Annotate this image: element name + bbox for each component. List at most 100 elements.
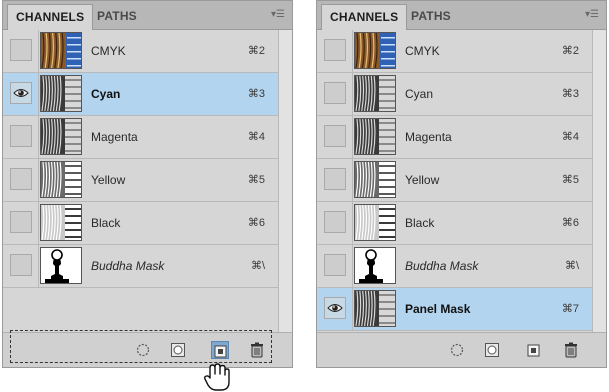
divider: [352, 30, 353, 72]
divider: [352, 159, 353, 201]
visibility-toggle[interactable]: [324, 39, 346, 61]
channel-thumbnail: [40, 204, 82, 241]
trash-icon: [251, 342, 263, 358]
visibility-toggle[interactable]: [10, 39, 32, 61]
visibility-toggle[interactable]: [10, 168, 32, 190]
channel-row[interactable]: Yellow ⌘5: [3, 159, 279, 202]
new-channel-button[interactable]: [211, 341, 229, 359]
channel-thumbnail: [40, 75, 82, 112]
load-selection-icon: [136, 343, 150, 357]
save-selection-icon: [485, 343, 499, 357]
save-selection-icon: [171, 343, 185, 357]
channel-thumbnail: [354, 118, 396, 155]
channel-shortcut: ⌘6: [561, 217, 579, 229]
channel-thumbnail: [40, 118, 82, 155]
channel-row[interactable]: Panel Mask ⌘7: [317, 288, 593, 331]
divider: [352, 245, 353, 287]
trash-button[interactable]: [248, 341, 266, 359]
panel-menu-icon[interactable]: ▾☰: [270, 9, 286, 21]
channel-name: Buddha Mask: [405, 259, 479, 273]
panel-footer: [317, 332, 606, 367]
save-selection-button[interactable]: [483, 341, 501, 359]
channel-shortcut: ⌘5: [247, 174, 265, 186]
tab-channels[interactable]: CHANNELS: [7, 4, 94, 31]
new-channel-icon: [527, 344, 540, 357]
panel-tab-bar: CHANNELS PATHS ▾☰: [3, 1, 292, 31]
channel-row[interactable]: CMYK ⌘2: [3, 30, 279, 73]
tab-channels[interactable]: CHANNELS: [321, 4, 408, 31]
tab-paths[interactable]: PATHS: [89, 4, 145, 29]
channel-shortcut: ⌘7: [561, 303, 579, 315]
channel-row[interactable]: Buddha Mask ⌘\: [317, 245, 593, 288]
channel-shortcut: ⌘2: [247, 45, 265, 57]
divider: [38, 202, 39, 244]
panel-footer: [3, 332, 292, 367]
channel-name: Panel Mask: [405, 302, 471, 316]
load-selection-icon: [450, 343, 464, 357]
divider: [38, 159, 39, 201]
channel-list: CMYK ⌘2 Cyan ⌘3 Magenta ⌘4 Yellow ⌘5 Black ⌘6 Budd…: [3, 30, 279, 288]
channel-name: Yellow: [405, 173, 440, 187]
channel-name: CMYK: [91, 44, 126, 58]
visibility-toggle[interactable]: [10, 82, 32, 104]
channel-thumbnail: [354, 32, 396, 69]
channel-shortcut: ⌘\: [564, 260, 579, 272]
tab-paths[interactable]: PATHS: [403, 4, 459, 29]
visibility-toggle[interactable]: [324, 125, 346, 147]
channel-shortcut: ⌘2: [561, 45, 579, 57]
channel-row[interactable]: Magenta ⌘4: [317, 116, 593, 159]
visibility-toggle[interactable]: [10, 254, 32, 276]
visibility-toggle[interactable]: [324, 82, 346, 104]
channel-thumbnail: [354, 161, 396, 198]
channel-shortcut: ⌘6: [247, 217, 265, 229]
channel-shortcut: ⌘4: [247, 131, 265, 143]
channel-thumbnail: [354, 290, 396, 327]
panel-menu-icon[interactable]: ▾☰: [584, 9, 600, 21]
divider: [38, 30, 39, 72]
eye-icon: [13, 89, 29, 97]
channel-name: Black: [91, 216, 121, 230]
channel-list: CMYK ⌘2 Cyan ⌘3 Magenta ⌘4 Yellow ⌘5 Black ⌘6 Budd…: [317, 30, 593, 331]
scrollbar[interactable]: [592, 30, 606, 333]
channel-row[interactable]: Yellow ⌘5: [317, 159, 593, 202]
channel-row[interactable]: Magenta ⌘4: [3, 116, 279, 159]
channel-row[interactable]: Cyan ⌘3: [317, 73, 593, 116]
channel-thumbnail: [354, 75, 396, 112]
visibility-toggle[interactable]: [10, 211, 32, 233]
channel-row[interactable]: Black ⌘6: [317, 202, 593, 245]
channel-shortcut: ⌘4: [561, 131, 579, 143]
channel-thumbnail: [354, 204, 396, 241]
channel-row[interactable]: CMYK ⌘2: [317, 30, 593, 73]
visibility-toggle[interactable]: [324, 254, 346, 276]
trash-button[interactable]: [562, 341, 580, 359]
divider: [352, 288, 353, 330]
channel-name: Black: [405, 216, 435, 230]
divider: [352, 202, 353, 244]
visibility-toggle[interactable]: [324, 211, 346, 233]
scrollbar[interactable]: [278, 30, 292, 333]
channel-thumbnail: [40, 247, 82, 284]
channel-name: Cyan: [91, 87, 121, 101]
channel-name: Yellow: [91, 173, 126, 187]
load-selection-button[interactable]: [134, 341, 152, 359]
divider: [352, 73, 353, 115]
load-selection-button[interactable]: [448, 341, 466, 359]
channel-thumbnail: [40, 161, 82, 198]
new-channel-button[interactable]: [525, 341, 543, 359]
channel-row[interactable]: Cyan ⌘3: [3, 73, 279, 116]
channel-thumbnail: [40, 32, 82, 69]
channels-panel-after: CHANNELS PATHS ▾☰ CMYK ⌘2 Cyan ⌘3 Magenta ⌘4 Y…: [316, 0, 607, 368]
new-channel-icon: [214, 345, 227, 358]
channels-panel-before: CHANNELS PATHS ▾☰ CMYK ⌘2 Cyan ⌘3 Magenta ⌘4 Y…: [2, 0, 293, 368]
channel-row[interactable]: Black ⌘6: [3, 202, 279, 245]
save-selection-button[interactable]: [169, 341, 187, 359]
channel-row[interactable]: Buddha Mask ⌘\: [3, 245, 279, 288]
divider: [38, 73, 39, 115]
channel-name: Magenta: [405, 130, 452, 144]
channel-name: Buddha Mask: [91, 259, 165, 273]
eye-icon: [327, 304, 343, 312]
channel-thumbnail: [354, 247, 396, 284]
visibility-toggle[interactable]: [324, 297, 346, 319]
visibility-toggle[interactable]: [324, 168, 346, 190]
visibility-toggle[interactable]: [10, 125, 32, 147]
